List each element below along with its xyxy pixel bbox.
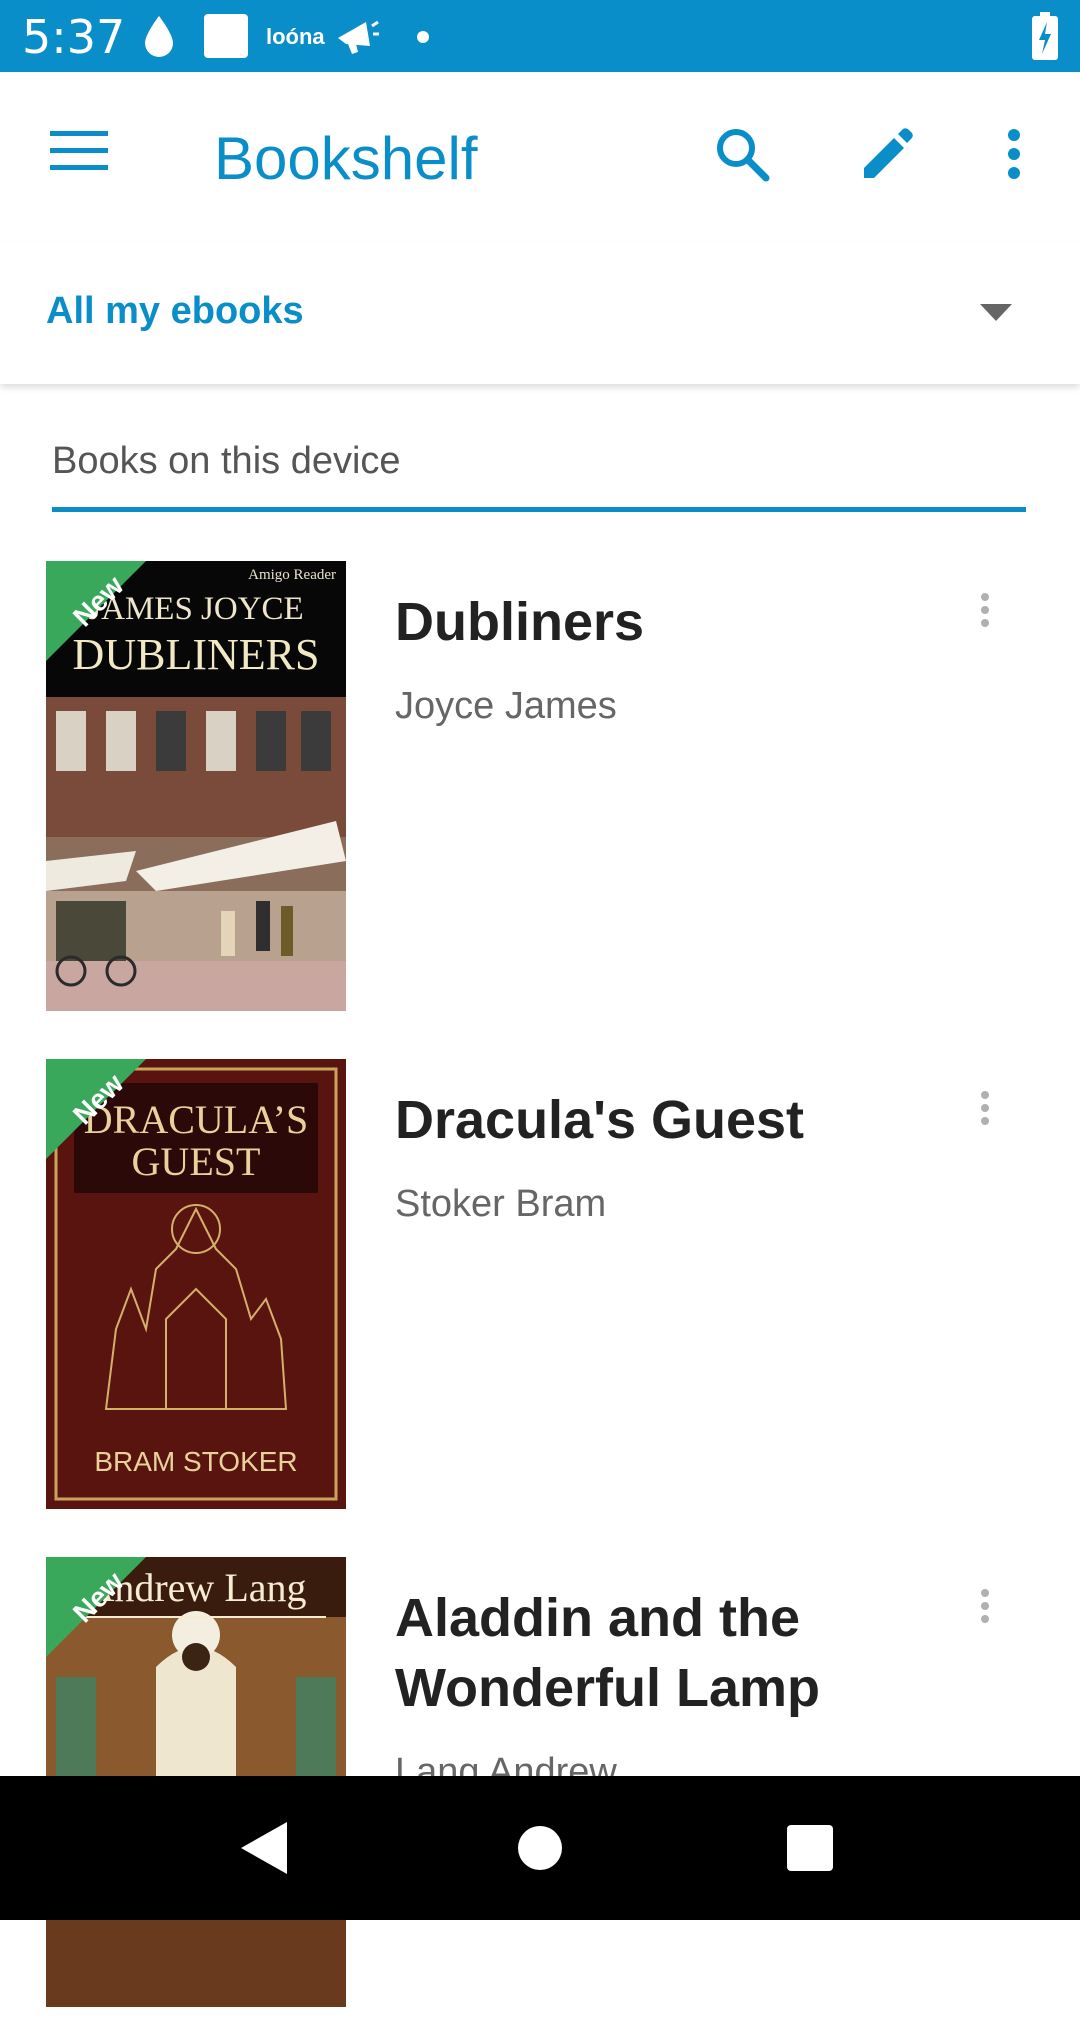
book-cover-draculas-guest[interactable]: DRACULA’S GUEST BRAM STOKER New (46, 1059, 346, 1509)
system-nav-bar (0, 1776, 1080, 1920)
cover-title-line-1: DRACULA’S (84, 1097, 308, 1142)
status-bar: 5:37 loóna (0, 0, 1080, 72)
status-time: 5:37 (22, 10, 126, 64)
menu-icon[interactable] (44, 124, 114, 178)
filter-selected-label: All my ebooks (46, 290, 304, 332)
book-list-item[interactable]: DRACULA’S GUEST BRAM STOKER New Dracula'… (0, 1059, 1080, 1519)
cover-publisher: Amigo Reader (248, 567, 336, 583)
more-vert-icon[interactable] (996, 124, 1032, 184)
app-title: Bookshelf (214, 125, 478, 192)
home-icon[interactable] (504, 1812, 576, 1884)
cover-title-line-2: GUEST (132, 1139, 261, 1184)
tab-label: Books on this device (52, 440, 401, 482)
water-drop-icon (142, 14, 176, 63)
battery-charging-icon (1032, 12, 1058, 65)
tab-underline (52, 507, 1026, 512)
square-icon (204, 14, 248, 63)
app-bar: Bookshelf (0, 72, 1080, 242)
search-icon[interactable] (712, 124, 772, 184)
book-more-icon[interactable] (970, 591, 1000, 641)
book-list-item[interactable]: Amigo Reader JAMES JOYCE DUBLINERS New D… (0, 561, 1080, 1021)
book-cover-dubliners[interactable]: Amigo Reader JAMES JOYCE DUBLINERS New (46, 561, 346, 1011)
cover-author-line: BRAM STOKER (94, 1446, 297, 1477)
tab-books-on-device[interactable]: Books on this device (52, 432, 1026, 512)
book-more-icon[interactable] (970, 1587, 1000, 1637)
edit-icon[interactable] (856, 124, 916, 184)
book-more-icon[interactable] (970, 1089, 1000, 1139)
dropdown-arrow-icon (980, 304, 1012, 327)
recents-icon[interactable] (774, 1812, 846, 1884)
book-title: Dubliners (395, 592, 645, 652)
book-author: Joyce James (395, 685, 617, 727)
book-author: Stoker Bram (395, 1183, 607, 1225)
cover-title-line: DUBLINERS (73, 630, 320, 679)
book-title: Aladdin and the Wonderful Lamp (395, 1588, 820, 1718)
megaphone-icon (336, 16, 380, 61)
dot-icon (416, 30, 430, 49)
back-icon[interactable] (230, 1812, 300, 1884)
carrier-text: loóna (266, 24, 325, 49)
book-title: Dracula's Guest (395, 1090, 805, 1150)
ebook-filter-dropdown[interactable]: All my ebooks (0, 242, 1080, 384)
